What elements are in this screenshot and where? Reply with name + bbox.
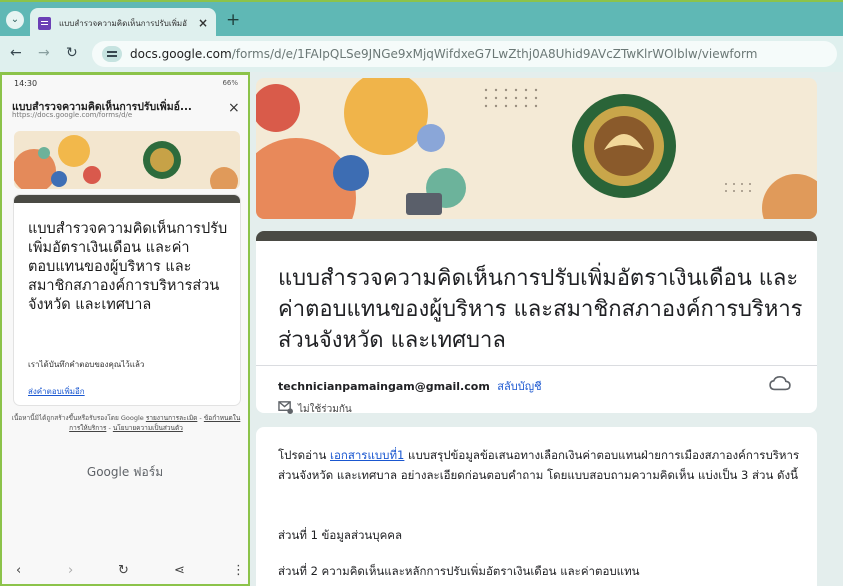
- reload-icon[interactable]: ↻: [118, 563, 129, 578]
- more-icon[interactable]: ⋮: [232, 563, 245, 578]
- form-title-card: แบบสำรวจความคิดเห็นการปรับเพิ่มอัตราเงิน…: [256, 231, 817, 415]
- tab-title: แบบสำรวจความคิดเห็นการปรับเพิ่มอั: [59, 18, 187, 28]
- phone-nav-bar: ‹ › ↻ ⋖ ⋮: [2, 561, 248, 585]
- switch-account-link[interactable]: สลับบัญชี: [497, 380, 541, 393]
- back-icon[interactable]: ‹: [16, 563, 21, 578]
- response-recorded-text: เราได้บันทึกคำตอบของคุณไว้แล้ว: [28, 360, 145, 369]
- tab-bar: ⌄ แบบสำรวจความคิดเห็นการปรับเพิ่มอั × +: [0, 0, 843, 38]
- footer-text: เนื้อหานี้มิได้ถูกสร้างขึ้นหรือรับรองโดย…: [11, 414, 144, 422]
- description-paragraph: โปรดอ่าน เอกสารแบบที่1 แบบสรุปข้อมูลข้อเ…: [278, 445, 803, 485]
- account-line: technicianpamaingam@gmail.com สลับบัญชี: [278, 377, 542, 395]
- url-bar[interactable]: docs.google.com /forms/d/e/1FAIpQLSe9JNG…: [92, 41, 837, 67]
- document-1-link[interactable]: เอกสารแบบที่1: [330, 448, 404, 462]
- mini-banner-image: [14, 131, 240, 189]
- desc-intro: โปรดอ่าน: [278, 448, 331, 462]
- sheet-url: https://docs.google.com/forms/d/e: [12, 111, 133, 119]
- forward-arrow-icon[interactable]: →: [38, 45, 50, 61]
- status-time: 14:30: [14, 79, 38, 88]
- footer-link-report[interactable]: รายงานการละเมิด: [146, 414, 198, 422]
- not-shared-icon: [278, 401, 293, 414]
- not-shared-text: ไม่ใช้ร่วมกัน: [298, 404, 352, 415]
- account-email: technicianpamaingam@gmail.com: [278, 380, 490, 393]
- divider: [256, 365, 817, 366]
- description-card: โปรดอ่าน เอกสารแบบที่1 แบบสรุปข้อมูลข้อเ…: [256, 427, 817, 586]
- submit-another-link[interactable]: ส่งคำตอบเพิ่มอีก: [28, 385, 85, 398]
- back-arrow-icon[interactable]: ←: [10, 45, 22, 61]
- share-icon[interactable]: ⋖: [174, 563, 185, 578]
- form-title: แบบสำรวจความคิดเห็นการปรับเพิ่มอัตราเงิน…: [278, 266, 803, 353]
- phone-preview-panel: 14:30 66% แบบสำรวจความคิดเห็นการปรับเพิ่…: [0, 72, 250, 586]
- part-1-text: ส่วนที่ 1 ข้อมูลส่วนบุคคล: [278, 528, 403, 542]
- brand-forms: ฟอร์ม: [133, 465, 164, 479]
- tab-active[interactable]: แบบสำรวจความคิดเห็นการปรับเพิ่มอั ×: [30, 8, 216, 38]
- forward-icon[interactable]: ›: [68, 563, 73, 578]
- google-forms-logo: Google ฟอร์ม: [2, 463, 248, 482]
- url-path: /forms/d/e/1FAIpQLSe9JNGe9xMjqWifdxeG7Lw…: [231, 47, 758, 61]
- site-info-icon[interactable]: [102, 46, 122, 62]
- address-toolbar: ← → ↻ docs.google.com /forms/d/e/1FAIpQL…: [0, 36, 843, 72]
- form-viewport: แบบสำรวจความคิดเห็นการปรับเพิ่มอัตราเงิน…: [250, 72, 843, 586]
- response-card: แบบสำรวจความคิดเห็นการปรับเพิ่มอัตราเงิน…: [14, 195, 240, 405]
- footer-link-privacy[interactable]: นโยบายความเป็นส่วนตัว: [113, 424, 183, 432]
- tab-search-icon[interactable]: ⌄: [6, 11, 24, 29]
- forms-favicon-icon: [38, 16, 51, 30]
- header-banner-image: [256, 78, 817, 219]
- brand-google: Google: [86, 465, 130, 479]
- reload-icon[interactable]: ↻: [66, 45, 78, 61]
- mini-form-title: แบบสำรวจความคิดเห็นการปรับเพิ่มอัตราเงิน…: [28, 221, 228, 313]
- status-battery: 66%: [222, 79, 238, 87]
- tab-close-icon[interactable]: ×: [198, 16, 208, 30]
- part-2-text: ส่วนที่ 2 ความคิดเห็นและหลักการปรับเพิ่ม…: [278, 564, 640, 578]
- close-icon[interactable]: ×: [228, 100, 240, 116]
- url-host: docs.google.com: [130, 47, 232, 61]
- cloud-saved-icon: [769, 375, 791, 391]
- mini-footer: เนื้อหานี้มิได้ถูกสร้างขึ้นหรือรับรองโดย…: [11, 414, 241, 432]
- new-tab-button[interactable]: +: [226, 10, 240, 30]
